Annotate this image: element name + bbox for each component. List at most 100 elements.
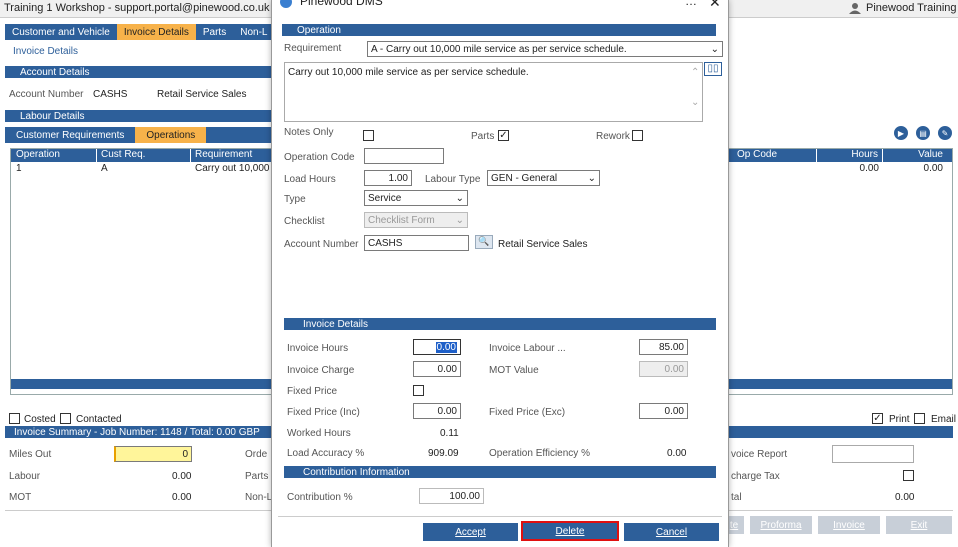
tab-operations[interactable]: Operations — [135, 127, 207, 143]
tab-parts[interactable]: Parts — [196, 24, 233, 40]
col-operation[interactable]: Operation — [11, 149, 97, 162]
account-details-title: Account Details — [20, 66, 90, 78]
invoice-hours-input[interactable]: 0.00 — [413, 339, 461, 355]
worked-hours-value: 0.11 — [440, 428, 459, 439]
load-hours-input[interactable]: 1.00 — [364, 170, 412, 186]
fixed-price-exc-input[interactable]: 0.00 — [639, 403, 688, 419]
type-select[interactable]: Service ⌄ — [364, 190, 468, 206]
labour-type-select[interactable]: GEN - General ⌄ — [487, 170, 600, 186]
delete-button[interactable]: Delete — [521, 521, 619, 541]
col-op-code[interactable]: Op Code — [729, 149, 817, 162]
surcharge-tax-label: charge Tax — [731, 471, 780, 482]
tab-customer-requirements[interactable]: Customer Requirements — [5, 127, 135, 143]
type-value: Service — [368, 192, 402, 204]
more-icon[interactable]: … — [685, 0, 697, 8]
tab-non-labour[interactable]: Non-L — [233, 24, 274, 40]
costed-label: Costed — [24, 414, 56, 425]
cell-hours: 0.00 — [859, 163, 879, 174]
total-value: 0.00 — [895, 492, 915, 503]
table-row-right[interactable]: 0.00 0.00 — [729, 163, 952, 176]
operations-grid: Operation Cust Req. Requirement 1 A Carr… — [10, 148, 273, 395]
invoice-details-header: Invoice Details — [284, 318, 716, 330]
invoice-report-input[interactable] — [832, 445, 914, 463]
cell-requirement: Carry out 10,000 — [195, 163, 270, 174]
account-number-input[interactable]: CASHS — [364, 235, 469, 251]
notes-only-label: Notes Only — [284, 127, 334, 138]
book-icon[interactable]: ▯▯ — [704, 62, 722, 76]
document-icon[interactable]: ▤ — [916, 126, 930, 140]
load-accuracy-value: 909.09 — [428, 448, 459, 459]
parts-checkbox[interactable]: ✓ — [498, 130, 509, 141]
email-checkbox[interactable] — [914, 413, 925, 424]
surcharge-tax-checkbox[interactable] — [903, 470, 914, 481]
video-icon[interactable]: ▶ — [894, 126, 908, 140]
account-search-icon[interactable]: 🔍 — [475, 235, 493, 249]
dialog-footer-divider — [278, 516, 722, 517]
print-checkbox[interactable]: ✓ — [872, 413, 883, 424]
grid-horizontal-scrollbar[interactable] — [11, 379, 272, 389]
account-number-label: Account Number — [9, 89, 84, 100]
rework-checkbox[interactable] — [632, 130, 643, 141]
mot-value: 0.00 — [172, 492, 192, 503]
table-row[interactable]: 1 A Carry out 10,000 — [11, 163, 272, 176]
cell-operation: 1 — [16, 163, 22, 174]
chevron-down-icon: ⌄ — [710, 43, 719, 55]
invoice-labour-label: Invoice Labour ... — [489, 343, 566, 354]
contacted-label: Contacted — [76, 414, 122, 425]
scroll-down-icon[interactable]: ⌄ — [691, 97, 699, 108]
scroll-up-icon[interactable]: ⌃ — [691, 67, 699, 78]
fixed-price-label: Fixed Price — [287, 386, 338, 397]
exit-button[interactable]: Exit — [886, 516, 952, 534]
labour-value: 0.00 — [172, 471, 192, 482]
fixed-price-checkbox[interactable] — [413, 385, 424, 396]
account-name-value: Retail Service Sales — [498, 239, 588, 250]
rework-label: Rework — [596, 131, 630, 142]
notes-only-checkbox[interactable] — [363, 130, 374, 141]
total-label: tal — [731, 492, 742, 503]
contacted-checkbox[interactable] — [60, 413, 71, 424]
invoice-charge-label: Invoice Charge — [287, 365, 355, 376]
account-number-label: Account Number — [284, 239, 359, 250]
invoice-button[interactable]: Invoice — [818, 516, 880, 534]
cancel-button[interactable]: Cancel — [624, 523, 719, 541]
checklist-select[interactable]: Checklist Form ⌄ — [364, 212, 468, 228]
account-name-value: Retail Service Sales — [157, 89, 247, 100]
chevron-down-icon: ⌄ — [587, 172, 596, 184]
labour-subtab-bar: Customer Requirements Operations — [5, 127, 273, 143]
proforma-button[interactable]: Proforma — [750, 516, 812, 534]
close-icon[interactable]: ✕ — [709, 0, 721, 11]
dialog-title: Pinewood DMS — [300, 0, 383, 8]
tab-customer-and-vehicle[interactable]: Customer and Vehicle — [5, 24, 117, 40]
col-requirement[interactable]: Requirement — [191, 149, 252, 162]
comment-icon[interactable]: ✎ — [938, 126, 952, 140]
mot-value-input[interactable]: 0.00 — [639, 361, 688, 377]
parts-label: Parts — [471, 131, 495, 142]
description-textarea[interactable]: Carry out 10,000 mile service as per ser… — [284, 62, 703, 122]
accept-button[interactable]: Accept — [423, 523, 518, 541]
chevron-down-icon: ⌄ — [455, 214, 464, 226]
miles-out-input[interactable]: 0 — [114, 446, 192, 462]
contribution-input[interactable]: 100.00 — [419, 488, 484, 504]
costed-checkbox[interactable] — [9, 413, 20, 424]
operation-code-input[interactable] — [364, 148, 444, 164]
invoice-summary-header: Invoice Summary - Job Number: 1148 / Tot… — [5, 426, 273, 438]
main-tab-bar: Customer and Vehicle Invoice Details Par… — [5, 24, 277, 40]
contribution-label: Contribution % — [287, 492, 353, 503]
grid-horizontal-scrollbar-right[interactable] — [729, 379, 952, 389]
user-name: Pinewood Training — [866, 2, 957, 14]
col-cust-req[interactable]: Cust Req. — [97, 149, 191, 162]
fixed-price-inc-input[interactable]: 0.00 — [413, 403, 461, 419]
col-value[interactable]: Value — [883, 149, 951, 162]
requirement-select[interactable]: A - Carry out 10,000 mile service as per… — [367, 41, 723, 57]
window-title: Training 1 Workshop - support.portal@pin… — [4, 2, 270, 14]
requirement-value: A - Carry out 10,000 mile service as per… — [371, 43, 627, 55]
fixed-price-exc-label: Fixed Price (Exc) — [489, 407, 566, 418]
invoice-labour-input[interactable]: 85.00 — [639, 339, 688, 355]
invoice-details-link[interactable]: Invoice Details — [13, 46, 78, 57]
invoice-charge-input[interactable]: 0.00 — [413, 361, 461, 377]
operations-grid-right: Op Code Hours Value 0.00 0.00 — [729, 148, 953, 395]
tab-invoice-details[interactable]: Invoice Details — [116, 24, 196, 40]
invoice-hours-label: Invoice Hours — [287, 343, 349, 354]
col-hours[interactable]: Hours — [817, 149, 883, 162]
labour-label: Labour — [9, 471, 41, 482]
